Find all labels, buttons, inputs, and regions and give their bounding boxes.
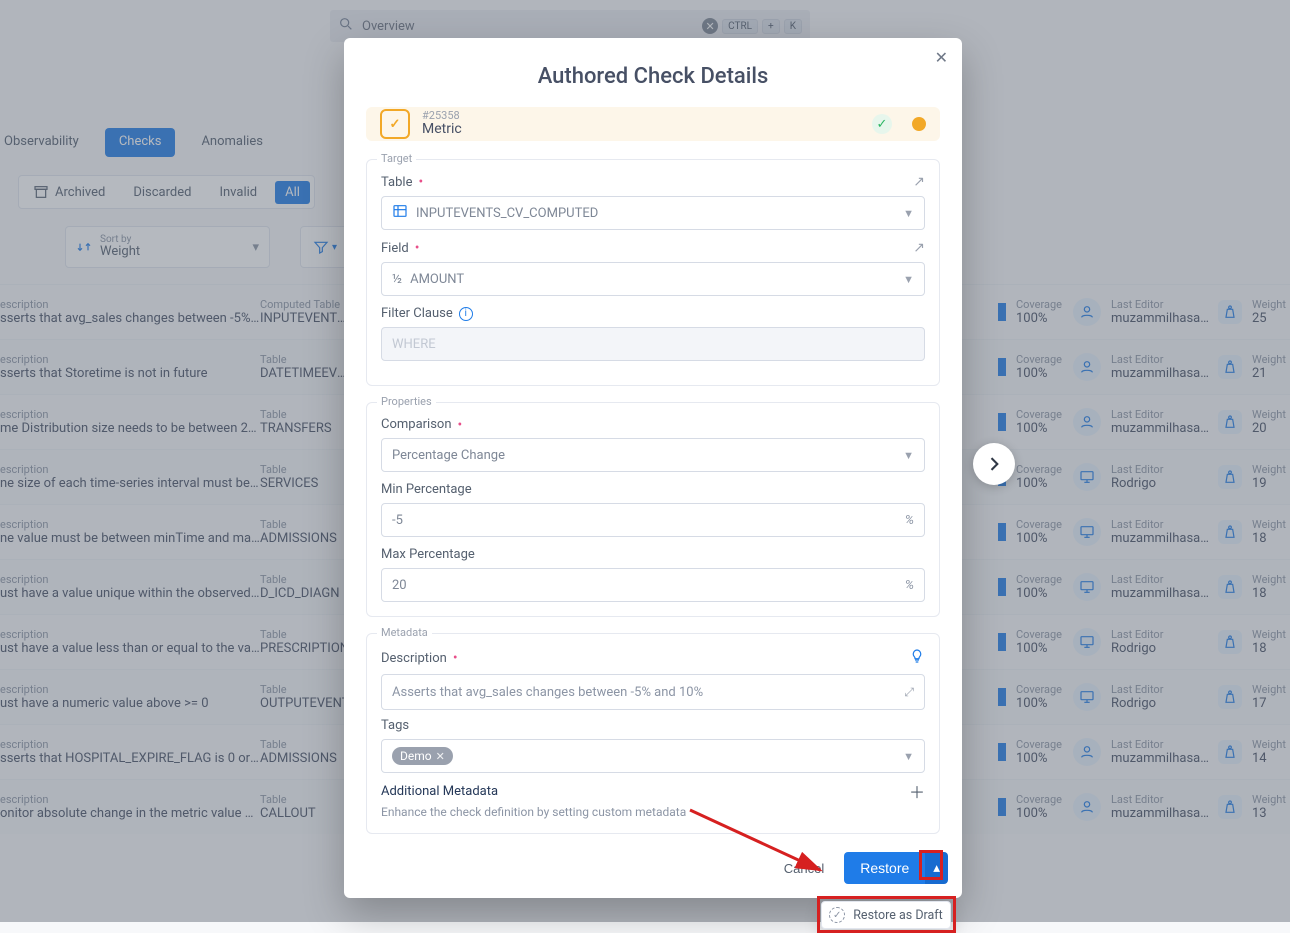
- max-input[interactable]: 20 %: [381, 568, 925, 602]
- table-label: Table• ↗: [381, 174, 925, 190]
- info-icon[interactable]: i: [459, 307, 473, 321]
- restore-dropdown-button[interactable]: ▴: [925, 852, 948, 884]
- field-value: AMOUNT: [410, 272, 895, 287]
- tags-label: Tags: [381, 718, 925, 733]
- target-section: Target Table• ↗ INPUTEVENTS_CV_COMPUTED …: [366, 159, 940, 386]
- min-value: -5: [392, 513, 897, 528]
- restore-as-draft-option[interactable]: ✓ Restore as Draft: [821, 901, 951, 929]
- chevron-down-icon: ▼: [903, 449, 914, 462]
- metadata-section: Metadata Description• Asserts that avg_s…: [366, 633, 940, 834]
- tag-chip[interactable]: Demo✕: [392, 747, 453, 765]
- expand-icon[interactable]: ⤢: [904, 685, 914, 700]
- chevron-down-icon: ▼: [903, 273, 914, 286]
- field-label: Field• ↗: [381, 240, 925, 256]
- metric-icon: ✓: [380, 109, 410, 139]
- comparison-select[interactable]: Percentage Change ▼: [381, 438, 925, 472]
- filter-input[interactable]: WHERE: [381, 327, 925, 361]
- check-name: Metric: [422, 122, 462, 137]
- filter-placeholder: WHERE: [392, 337, 914, 352]
- comparison-label: Comparison•: [381, 417, 925, 432]
- target-legend: Target: [377, 152, 416, 165]
- open-table-icon[interactable]: ↗: [913, 174, 925, 190]
- cancel-button[interactable]: Cancel: [774, 853, 834, 884]
- field-select[interactable]: ½ AMOUNT ▼: [381, 262, 925, 296]
- modal-footer: Cancel Restore ▴ ✓ Restore as Draft: [344, 842, 962, 898]
- properties-section: Properties Comparison• Percentage Change…: [366, 402, 940, 617]
- metadata-legend: Metadata: [377, 626, 432, 639]
- table-icon: [392, 203, 408, 223]
- metric-banner: ✓ #25358 Metric ✓: [366, 107, 940, 141]
- chevron-up-icon: ▴: [933, 860, 940, 876]
- open-field-icon[interactable]: ↗: [913, 240, 925, 256]
- bulb-icon[interactable]: [909, 648, 925, 668]
- table-value: INPUTEVENTS_CV_COMPUTED: [416, 206, 895, 221]
- filter-label: Filter Clause i: [381, 306, 925, 321]
- check-details-modal: ✕ Authored Check Details ✓ #25358 Metric…: [344, 38, 962, 898]
- restore-button[interactable]: Restore: [844, 852, 925, 884]
- add-metadata-button[interactable]: ＋: [909, 779, 925, 803]
- min-input[interactable]: -5 %: [381, 503, 925, 537]
- remove-tag-icon[interactable]: ✕: [436, 750, 445, 763]
- percent-icon: %: [905, 578, 914, 593]
- max-label: Max Percentage: [381, 547, 925, 562]
- max-value: 20: [392, 578, 897, 593]
- additional-metadata-sub: Enhance the check definition by setting …: [381, 805, 925, 819]
- next-button[interactable]: [973, 443, 1015, 485]
- description-value: Asserts that avg_sales changes between -…: [392, 685, 896, 700]
- modal-title: Authored Check Details: [344, 38, 962, 107]
- close-button[interactable]: ✕: [935, 48, 948, 67]
- description-label: Description•: [381, 648, 925, 668]
- chevron-down-icon: ▼: [903, 207, 914, 220]
- properties-legend: Properties: [377, 395, 436, 408]
- fraction-icon: ½: [392, 272, 402, 287]
- status-pass-icon: ✓: [872, 114, 892, 134]
- status-warn-icon: [912, 117, 926, 131]
- min-label: Min Percentage: [381, 482, 925, 497]
- comparison-value: Percentage Change: [392, 448, 895, 463]
- table-select[interactable]: INPUTEVENTS_CV_COMPUTED ▼: [381, 196, 925, 230]
- tags-input[interactable]: Demo✕ ▼: [381, 739, 925, 773]
- draft-icon: ✓: [829, 907, 845, 923]
- chevron-right-icon: [984, 454, 1004, 474]
- chevron-down-icon: ▼: [903, 750, 914, 763]
- description-input[interactable]: Asserts that avg_sales changes between -…: [381, 674, 925, 710]
- additional-metadata-label: Additional Metadata: [381, 784, 498, 799]
- percent-icon: %: [905, 513, 914, 528]
